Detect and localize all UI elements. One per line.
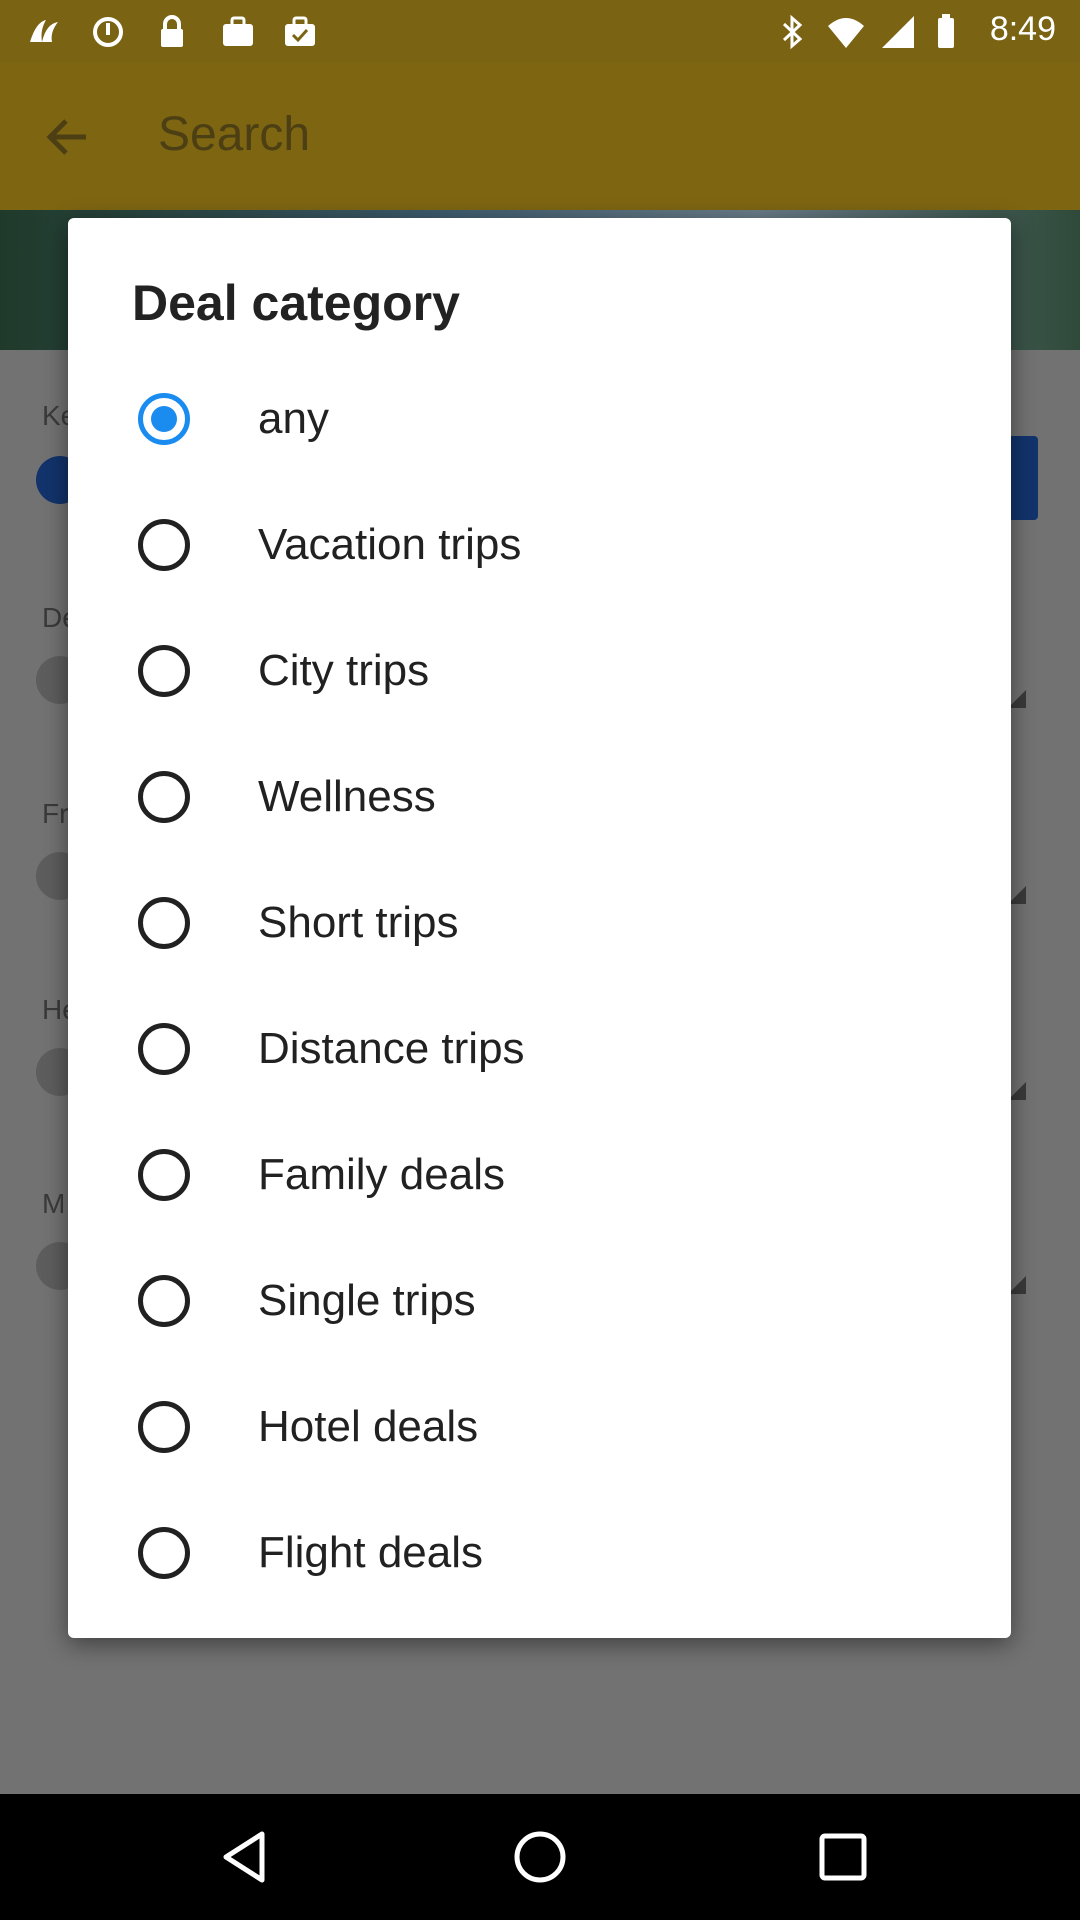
sync-icon [93, 17, 123, 47]
bluetooth-icon [782, 14, 803, 50]
bg-label: M [42, 1188, 66, 1219]
screen: 8:49 Search Ke De Fr He M Deal category … [0, 0, 1080, 1920]
home-circle-icon[interactable] [507, 1824, 573, 1890]
option-label: Single trips [258, 1276, 476, 1325]
radio-button[interactable] [138, 645, 190, 697]
radio-button[interactable] [138, 1023, 190, 1075]
fins-icon [30, 20, 58, 42]
option-label: Hotel deals [258, 1402, 479, 1451]
battery-icon [938, 14, 954, 48]
radio-button[interactable] [138, 393, 190, 445]
option-family-deals[interactable]: Family deals [68, 1112, 1011, 1238]
radio-button[interactable] [138, 1527, 190, 1579]
briefcase-icon [223, 16, 253, 46]
recents-square-icon[interactable] [810, 1824, 876, 1890]
option-label: City trips [258, 646, 430, 695]
option-short-trips[interactable]: Short trips [68, 860, 1011, 986]
search-title[interactable]: Search [158, 107, 310, 162]
arrow-left-icon[interactable] [40, 109, 96, 165]
option-distance-trips[interactable]: Distance trips [68, 986, 1011, 1112]
option-flight-deals[interactable]: Flight deals [68, 1490, 1011, 1616]
option-vacation-trips[interactable]: Vacation trips [68, 482, 1011, 608]
option-hotel-deals[interactable]: Hotel deals [68, 1364, 1011, 1490]
option-city-trips[interactable]: City trips [68, 608, 1011, 734]
option-label: Distance trips [258, 1024, 525, 1073]
wifi-icon [828, 18, 864, 48]
radio-button[interactable] [138, 519, 190, 571]
status-bar: 8:49 [0, 0, 1080, 63]
option-label: Vacation trips [258, 520, 522, 569]
option-label: Family deals [258, 1150, 505, 1199]
lock-icon [161, 15, 183, 47]
option-label: any [258, 394, 329, 443]
radio-button[interactable] [138, 897, 190, 949]
radio-button[interactable] [138, 1275, 190, 1327]
bg-label: Fr [42, 798, 69, 829]
app-bar: Search [0, 63, 1080, 210]
option-label: Wellness [258, 772, 436, 821]
option-label: Short trips [258, 898, 459, 947]
signal-icon [882, 16, 914, 48]
back-triangle-icon[interactable] [212, 1824, 278, 1890]
check-briefcase-icon [285, 16, 315, 46]
option-single-trips[interactable]: Single trips [68, 1238, 1011, 1364]
navigation-bar [0, 1794, 1080, 1920]
radio-button[interactable] [138, 1149, 190, 1201]
deal-category-dialog: Deal category any Vacation trips City tr… [68, 218, 1011, 1638]
radio-button[interactable] [138, 1401, 190, 1453]
option-any[interactable]: any [68, 356, 1011, 482]
option-label: Flight deals [258, 1528, 484, 1577]
option-wellness[interactable]: Wellness [68, 734, 1011, 860]
radio-button[interactable] [138, 771, 190, 823]
status-time: 8:49 [989, 10, 1056, 48]
dialog-title: Deal category [132, 275, 460, 331]
